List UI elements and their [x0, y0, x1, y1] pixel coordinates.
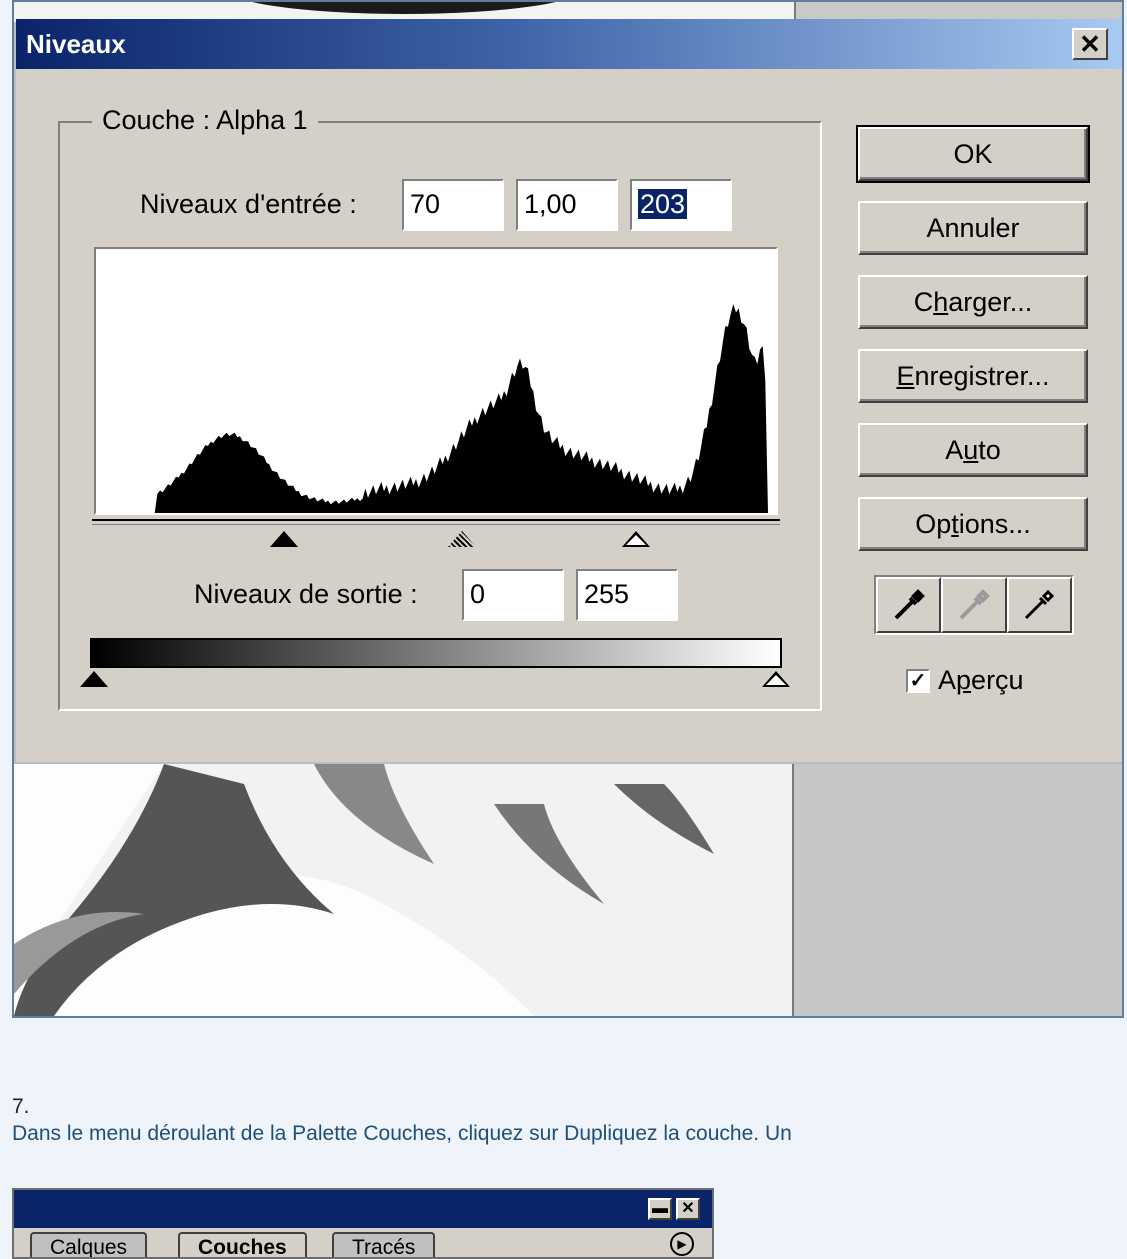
- output-black-slider[interactable]: [80, 671, 108, 687]
- output-black-field[interactable]: 0: [462, 569, 564, 621]
- input-slider-track[interactable]: [92, 519, 780, 521]
- input-black-slider[interactable]: [270, 531, 298, 547]
- palette-tabs: Calques Couches Tracés ▶: [14, 1228, 712, 1257]
- black-eyedropper-icon: [894, 589, 925, 620]
- minimize-icon: ▬: [652, 1200, 668, 1217]
- cancel-button[interactable]: Annuler: [858, 201, 1088, 255]
- checkmark-icon: ✓: [909, 670, 927, 692]
- histogram: [94, 247, 778, 515]
- channels-palette: ▬ ✕ Calques Couches Tracés ▶: [12, 1188, 714, 1259]
- white-eyedropper-icon: [1025, 589, 1055, 620]
- preview-label: Aperçu: [938, 665, 1024, 695]
- close-icon: ✕: [1079, 29, 1101, 59]
- output-gradient-bar: [90, 638, 782, 668]
- document-image-bottom: [14, 764, 792, 1016]
- input-white-field[interactable]: 203: [630, 179, 732, 231]
- preview-checkbox[interactable]: ✓: [906, 669, 930, 693]
- output-levels-label: Niveaux de sortie :: [194, 579, 418, 609]
- screenshot-frame: Niveaux ✕ Couche : Alpha 1 Niveaux d'ent…: [12, 0, 1124, 1018]
- ok-button[interactable]: OK: [856, 125, 1090, 183]
- step-number: 7.: [12, 1095, 30, 1118]
- step-text: Dans le menu déroulant de la Palette Cou…: [12, 1122, 792, 1145]
- tab-traces[interactable]: Tracés: [332, 1232, 436, 1257]
- levels-dialog: Niveaux ✕ Couche : Alpha 1 Niveaux d'ent…: [16, 19, 1122, 762]
- input-black-field[interactable]: 70: [402, 179, 504, 231]
- document-background-bottom: [792, 764, 1122, 1016]
- histogram-shape: [96, 304, 776, 513]
- tab-couches[interactable]: Couches: [178, 1232, 307, 1257]
- input-white-value: 203: [638, 189, 688, 219]
- gray-eyedropper-button[interactable]: [941, 577, 1007, 633]
- white-eyedropper-button[interactable]: [1006, 577, 1072, 633]
- channel-label: Couche : Alpha 1: [92, 105, 318, 136]
- input-levels-label: Niveaux d'entrée :: [140, 189, 357, 219]
- palette-titlebar[interactable]: ▬ ✕: [14, 1190, 712, 1228]
- options-button[interactable]: Op t ions...: [858, 497, 1088, 551]
- palette-close-button[interactable]: ✕: [676, 1198, 700, 1220]
- palette-menu-arrow-icon: ▶: [677, 1237, 687, 1251]
- palette-menu-button[interactable]: ▶: [670, 1232, 694, 1256]
- gray-eyedropper-icon: [959, 589, 990, 620]
- palette-close-icon: ✕: [681, 1200, 695, 1217]
- close-button[interactable]: ✕: [1072, 28, 1108, 60]
- input-gamma-field[interactable]: 1,00: [516, 179, 618, 231]
- auto-button[interactable]: Au to: [858, 423, 1088, 477]
- load-button[interactable]: Ch arger...: [858, 275, 1088, 329]
- eyedropper-group: [874, 575, 1074, 635]
- dialog-title: Niveaux: [26, 29, 126, 59]
- save-button[interactable]: Enregistrer...: [858, 349, 1088, 403]
- tab-calques[interactable]: Calques: [30, 1232, 148, 1257]
- black-eyedropper-button[interactable]: [876, 577, 942, 633]
- output-white-field[interactable]: 255: [576, 569, 678, 621]
- minimize-button[interactable]: ▬: [648, 1198, 672, 1220]
- dialog-titlebar[interactable]: Niveaux ✕: [16, 19, 1122, 69]
- histogram-graph: [96, 304, 776, 513]
- image-content: [14, 764, 792, 1016]
